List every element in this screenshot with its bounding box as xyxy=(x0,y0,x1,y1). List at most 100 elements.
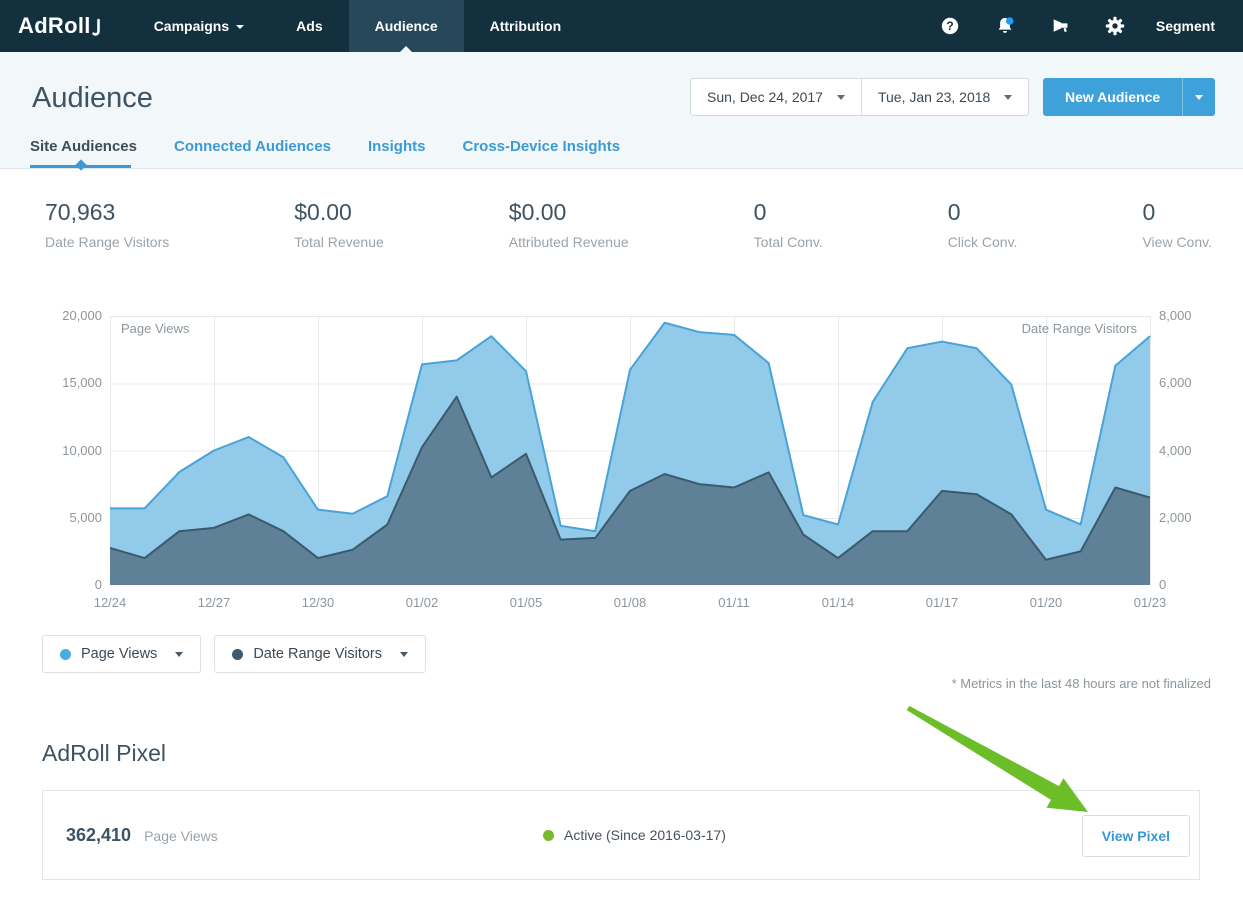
audience-page: { "nav": { "logo": "AdRoll", "items": [ … xyxy=(0,0,1243,900)
summary-stats-row: 70,963 Date Range Visitors $0.00 Total R… xyxy=(45,199,1212,250)
help-icon[interactable]: ? xyxy=(923,16,977,36)
top-nav: AdRoll Campaigns Ads Audience Attributio… xyxy=(0,0,1243,52)
adroll-logo-text: AdRoll xyxy=(18,13,91,39)
annotation-arrow-shape xyxy=(907,706,1088,812)
page-header: Audience Sun, Dec 24, 2017 Tue, Jan 23, … xyxy=(0,52,1243,169)
adroll-logo[interactable]: AdRoll xyxy=(0,0,128,52)
x-axis-tick: 12/27 xyxy=(198,595,231,610)
legend-date-range-visitors-dropdown[interactable]: Date Range Visitors xyxy=(214,635,426,673)
chevron-down-icon xyxy=(175,652,183,657)
start-date-select[interactable]: Sun, Dec 24, 2017 xyxy=(690,78,862,116)
y-axis-tick: 8,000 xyxy=(1159,308,1192,323)
legend-page-views-dropdown[interactable]: Page Views xyxy=(42,635,201,673)
pixel-status: Active (Since 2016-03-17) xyxy=(543,827,726,843)
y-axis-tick: 10,000 xyxy=(62,443,102,458)
stat-value: 0 xyxy=(754,199,823,226)
stat-value: 0 xyxy=(1142,199,1212,226)
pixel-page-views-label: Page Views xyxy=(144,828,218,844)
x-axis-tick: 12/30 xyxy=(302,595,335,610)
notification-dot xyxy=(1006,17,1014,25)
page-title: Audience xyxy=(32,82,153,115)
stat-total-conv: 0 Total Conv. xyxy=(754,199,823,250)
stat-click-conv: 0 Click Conv. xyxy=(948,199,1018,250)
nav-item-attribution[interactable]: Attribution xyxy=(464,0,588,52)
nav-item-label: Ads xyxy=(296,18,322,34)
active-tab-indicator xyxy=(30,165,131,168)
status-active-dot-icon xyxy=(543,830,554,841)
tab-cross-device-insights[interactable]: Cross-Device Insights xyxy=(462,138,620,155)
stat-label: Total Revenue xyxy=(294,234,384,250)
x-axis-tick: 01/08 xyxy=(614,595,647,610)
nav-item-audience[interactable]: Audience xyxy=(349,0,464,52)
chevron-down-icon xyxy=(1195,95,1203,100)
audience-trend-chart: 05,00010,00015,00020,000 02,0004,0006,00… xyxy=(45,312,1220,622)
nav-item-label: Audience xyxy=(375,18,438,34)
nav-item-label: Campaigns xyxy=(154,18,229,34)
y-axis-tick: 2,000 xyxy=(1159,510,1192,525)
nav-item-segment[interactable]: Segment xyxy=(1142,18,1229,34)
stat-label: Total Conv. xyxy=(754,234,823,250)
tab-insights[interactable]: Insights xyxy=(368,138,426,155)
x-axis-tick: 01/20 xyxy=(1030,595,1063,610)
x-axis-tick: 01/23 xyxy=(1134,595,1167,610)
end-date-select[interactable]: Tue, Jan 23, 2018 xyxy=(862,78,1029,116)
x-axis-tick: 01/11 xyxy=(718,595,750,610)
stat-value: $0.00 xyxy=(509,199,629,226)
pixel-page-views-value: 362,410 xyxy=(66,825,131,846)
adroll-pixel-section-title: AdRoll Pixel xyxy=(42,740,166,767)
x-axis-tick: 01/17 xyxy=(926,595,959,610)
end-date-value: Tue, Jan 23, 2018 xyxy=(878,89,990,105)
y-axis-tick: 0 xyxy=(1159,577,1166,592)
pixel-page-views: 362,410 Page Views xyxy=(66,825,218,846)
stat-view-conv: 0 View Conv. xyxy=(1142,199,1212,250)
annotation-arrow xyxy=(895,700,1105,825)
metrics-footnote: * Metrics in the last 48 hours are not f… xyxy=(952,676,1211,691)
stat-date-range-visitors: 70,963 Date Range Visitors xyxy=(45,199,169,250)
nav-right-group: ? xyxy=(923,0,1243,52)
y-axis-tick: 15,000 xyxy=(62,375,102,390)
stat-value: 0 xyxy=(948,199,1018,226)
y-axis-right: 02,0004,0006,0008,000 xyxy=(1159,316,1219,585)
tab-connected-audiences[interactable]: Connected Audiences xyxy=(174,138,331,155)
right-axis-title: Date Range Visitors xyxy=(45,321,1137,336)
x-axis-tick: 01/02 xyxy=(406,595,439,610)
chart-legend: Page Views Date Range Visitors xyxy=(42,635,426,673)
x-axis-tick: 01/05 xyxy=(510,595,543,610)
start-date-value: Sun, Dec 24, 2017 xyxy=(707,89,823,105)
date-range-picker: Sun, Dec 24, 2017 Tue, Jan 23, 2018 xyxy=(690,78,1029,116)
y-axis-tick: 6,000 xyxy=(1159,375,1192,390)
nav-item-ads[interactable]: Ads xyxy=(270,0,348,52)
new-audience-button[interactable]: New Audience xyxy=(1043,78,1182,116)
date-range-visitors-dot-icon xyxy=(232,649,243,660)
nav-item-campaigns[interactable]: Campaigns xyxy=(128,0,270,52)
chart-plot xyxy=(110,316,1151,585)
y-axis-left: 05,00010,00015,00020,000 xyxy=(45,316,102,585)
y-axis-tick: 4,000 xyxy=(1159,443,1192,458)
svg-text:?: ? xyxy=(946,19,953,33)
chevron-down-icon xyxy=(400,652,408,657)
nav-item-label: Attribution xyxy=(490,18,562,34)
new-audience-split-button: New Audience xyxy=(1043,78,1215,116)
stat-total-revenue: $0.00 Total Revenue xyxy=(294,199,384,250)
stat-label: Click Conv. xyxy=(948,234,1018,250)
audience-tabs: Site Audiences Connected Audiences Insig… xyxy=(30,138,620,155)
chevron-down-icon xyxy=(1004,95,1012,100)
announcements-megaphone-icon[interactable] xyxy=(1033,16,1088,37)
chevron-down-icon xyxy=(837,95,845,100)
y-axis-tick: 0 xyxy=(95,577,102,592)
stat-value: 70,963 xyxy=(45,199,169,226)
notifications-bell-icon[interactable] xyxy=(977,15,1033,37)
x-axis-tick: 12/24 xyxy=(94,595,127,610)
settings-gear-icon[interactable] xyxy=(1088,16,1142,36)
stat-label: Date Range Visitors xyxy=(45,234,169,250)
new-audience-dropdown-button[interactable] xyxy=(1182,78,1215,116)
chevron-down-icon xyxy=(236,25,244,29)
x-axis: 12/2412/2712/3001/0201/0501/0801/1101/14… xyxy=(45,595,1220,613)
stat-value: $0.00 xyxy=(294,199,384,226)
page-views-dot-icon xyxy=(60,649,71,660)
tab-site-audiences[interactable]: Site Audiences xyxy=(30,138,137,155)
y-axis-tick: 5,000 xyxy=(69,510,102,525)
adroll-logo-hook xyxy=(92,15,102,39)
legend-label: Page Views xyxy=(81,646,157,662)
stat-attributed-revenue: $0.00 Attributed Revenue xyxy=(509,199,629,250)
